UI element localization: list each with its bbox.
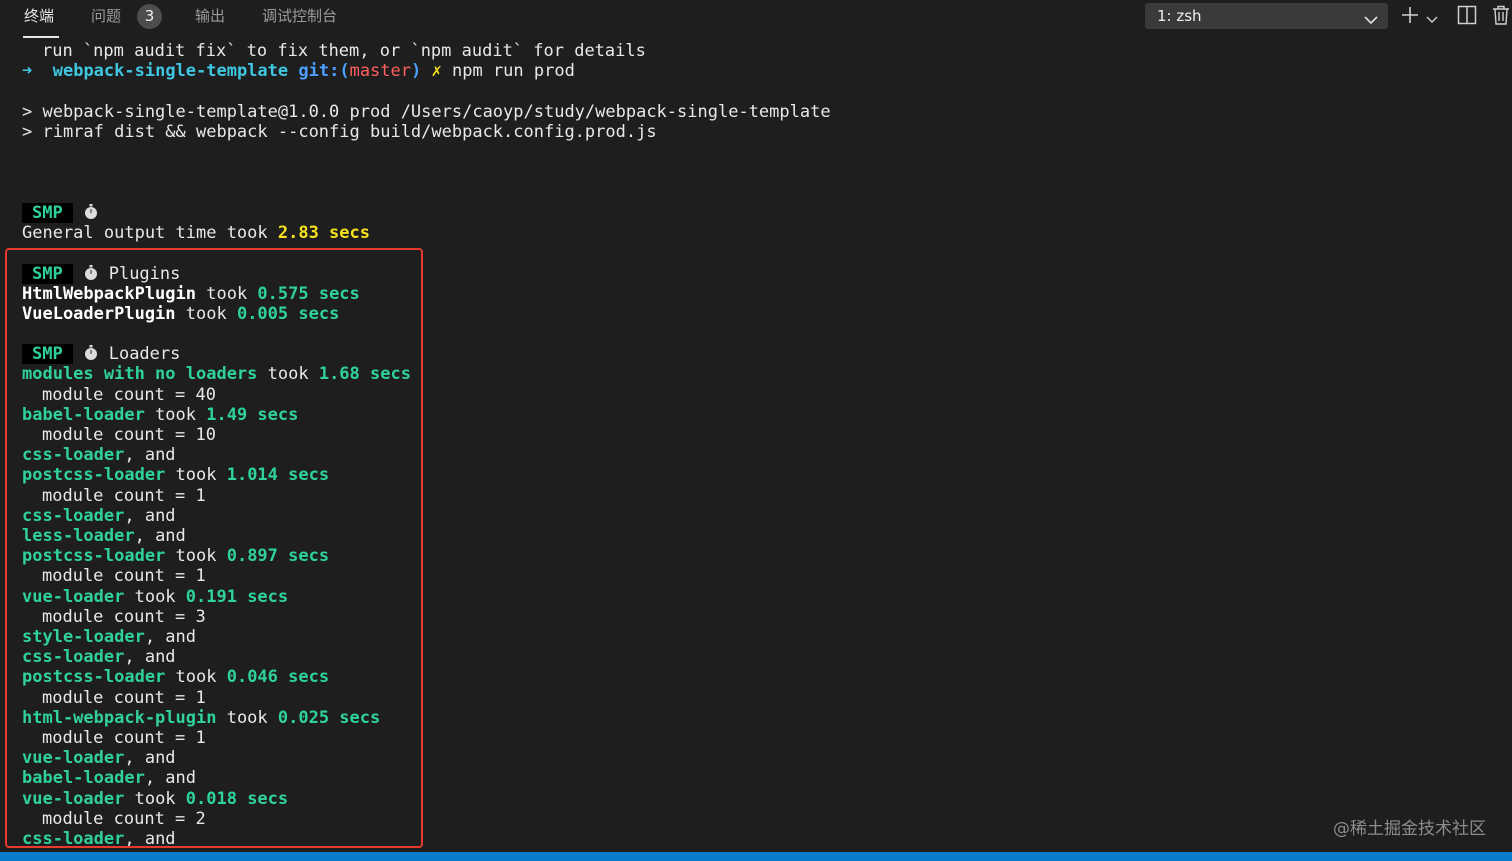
loader-line: vue-loader, and	[22, 748, 176, 768]
plus-icon[interactable]	[1400, 5, 1420, 29]
trash-icon[interactable]	[1492, 5, 1510, 29]
module-count-line: module count = 2	[42, 809, 206, 829]
chevron-down-icon[interactable]	[1426, 10, 1438, 29]
chevron-down-icon	[1364, 9, 1378, 35]
stopwatch-icon	[83, 264, 99, 286]
split-icon[interactable]	[1457, 5, 1477, 29]
tab-terminal[interactable]: 终端	[24, 0, 54, 34]
smp-badge: SMP	[22, 264, 73, 284]
tab-problems[interactable]: 问题	[91, 0, 121, 34]
smp-plugins-header: SMP Plugins	[22, 264, 180, 284]
loader-line: less-loader, and	[22, 526, 186, 546]
stopwatch-icon	[83, 203, 99, 225]
module-count-line: module count = 40	[42, 385, 216, 405]
module-count-line: module count = 1	[42, 728, 206, 748]
terminal-prompt: ➜ webpack-single-template git:(master) ✗…	[22, 61, 575, 81]
plugin-line: HtmlWebpackPlugin took 0.575 secs	[22, 284, 360, 304]
module-count-line: module count = 1	[42, 688, 206, 708]
loader-line: babel-loader took 1.49 secs	[22, 405, 299, 425]
loader-line: vue-loader took 0.018 secs	[22, 789, 289, 809]
loader-line: vue-loader took 0.191 secs	[22, 587, 289, 607]
tab-output[interactable]: 输出	[195, 0, 225, 34]
loader-line: modules with no loaders took 1.68 secs	[22, 364, 411, 384]
terminal-line: > webpack-single-template@1.0.0 prod /Us…	[22, 102, 831, 122]
loader-line: postcss-loader took 1.014 secs	[22, 465, 330, 485]
terminal-selector-value: 1: zsh	[1157, 7, 1202, 25]
loader-line: css-loader, and	[22, 647, 176, 667]
smp-badge: SMP	[22, 344, 73, 364]
stopwatch-icon	[83, 344, 99, 366]
module-count-line: module count = 10	[42, 425, 216, 445]
problems-count-badge: 3	[137, 4, 162, 29]
terminal-line: > rimraf dist && webpack --config build/…	[22, 122, 657, 142]
smp-badge: SMP	[22, 203, 73, 223]
panel-tab-bar: 终端 问题 3 输出 调试控制台 1: zsh	[0, 0, 1512, 38]
plugin-line: VueLoaderPlugin took 0.005 secs	[22, 304, 340, 324]
general-output-line: General output time took 2.83 secs	[22, 223, 370, 243]
loader-line: css-loader, and	[22, 829, 176, 849]
smp-loaders-header: SMP Loaders	[22, 344, 180, 364]
status-bar	[0, 852, 1512, 861]
module-count-line: module count = 1	[42, 486, 206, 506]
module-count-line: module count = 3	[42, 607, 206, 627]
loader-line: postcss-loader took 0.897 secs	[22, 546, 330, 566]
loader-line: style-loader, and	[22, 627, 197, 647]
loader-line: css-loader, and	[22, 506, 176, 526]
loader-line: css-loader, and	[22, 445, 176, 465]
module-count-line: module count = 1	[42, 566, 206, 586]
loader-line: babel-loader, and	[22, 768, 197, 788]
terminal-output[interactable]: run `npm audit fix` to fix them, or `npm…	[0, 36, 1512, 852]
smp-header: SMP	[22, 203, 109, 223]
terminal-line: run `npm audit fix` to fix them, or `npm…	[42, 41, 646, 61]
loader-line: postcss-loader took 0.046 secs	[22, 667, 330, 687]
tab-debug-console[interactable]: 调试控制台	[262, 0, 337, 34]
loader-line: html-webpack-plugin took 0.025 secs	[22, 708, 381, 728]
terminal-selector[interactable]: 1: zsh	[1145, 3, 1388, 29]
watermark: @稀土掘金技术社区	[1333, 819, 1486, 839]
